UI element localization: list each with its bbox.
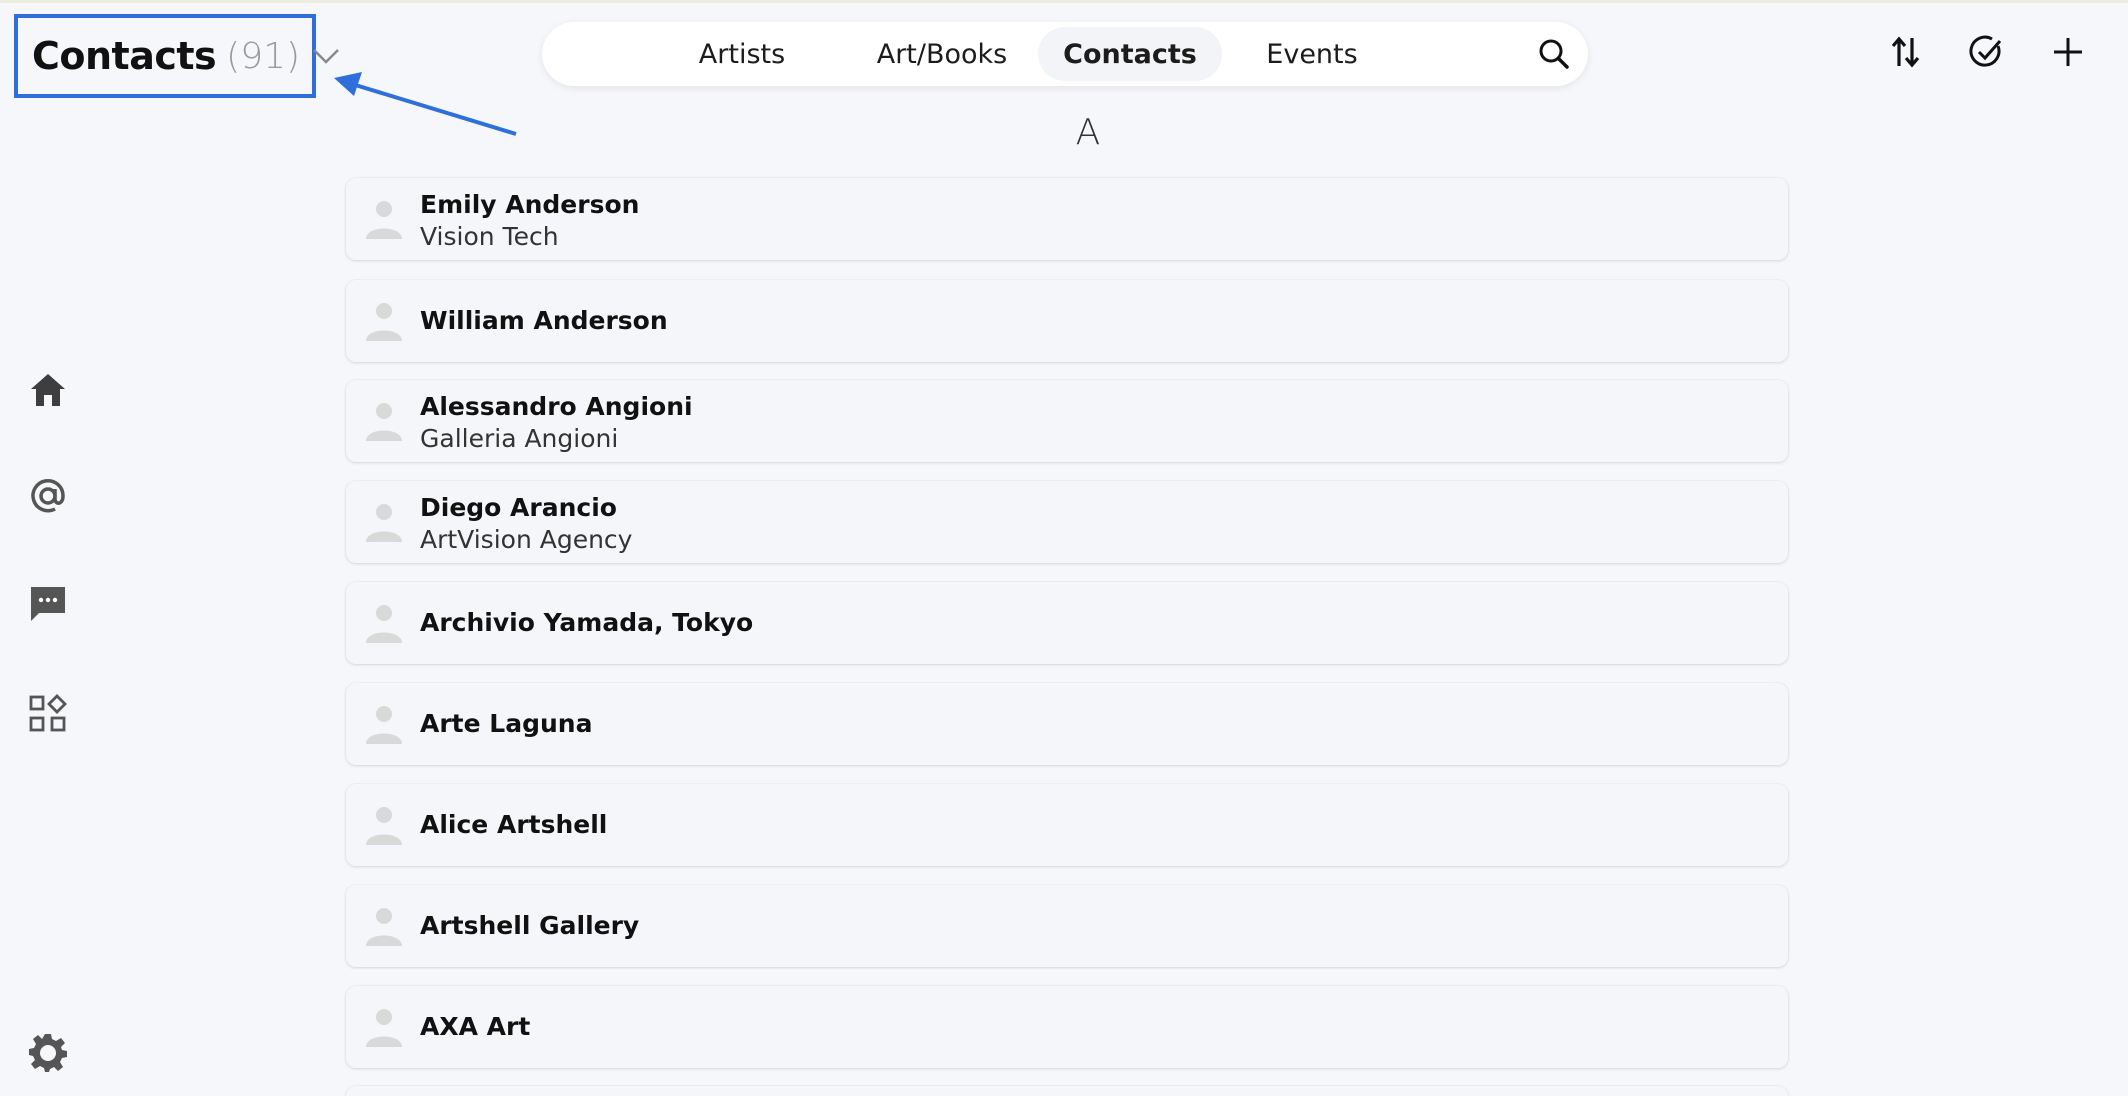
contact-row[interactable]: AXA Art — [346, 986, 1788, 1068]
contacts-count: (91) — [226, 35, 301, 77]
avatar-icon — [366, 908, 402, 946]
tab-artists[interactable]: Artists — [662, 27, 822, 81]
contact-row[interactable]: William Anderson — [346, 280, 1788, 362]
chevron-down-icon — [312, 41, 340, 71]
chat-icon[interactable] — [26, 582, 70, 626]
contact-row[interactable]: Alice Artshell — [346, 784, 1788, 866]
contact-name: Emily Anderson — [420, 190, 640, 219]
contact-name: Diego Arancio — [420, 493, 617, 522]
contact-row[interactable]: Emily Anderson Vision Tech — [346, 178, 1788, 260]
settings-icon[interactable] — [26, 1030, 70, 1074]
top-divider — [0, 0, 2128, 3]
contact-name: Archivio Yamada, Tokyo — [420, 608, 754, 637]
avatar-icon — [366, 504, 402, 542]
avatar-icon — [366, 807, 402, 845]
tab-events[interactable]: Events — [1232, 27, 1392, 81]
contact-name: AXA Art — [420, 1012, 531, 1041]
contact-name: William Anderson — [420, 306, 668, 335]
home-icon[interactable] — [26, 368, 70, 412]
avatar-icon — [366, 1009, 402, 1047]
contact-row[interactable]: Arte Laguna — [346, 683, 1788, 765]
avatar-icon — [366, 403, 402, 441]
add-icon[interactable] — [2048, 32, 2088, 72]
tab-bar: Artists Art/Books Contacts Events — [542, 22, 1588, 86]
contact-name: Alice Artshell — [420, 810, 608, 839]
contact-name: Artshell Gallery — [420, 911, 640, 940]
search-icon[interactable] — [1536, 36, 1572, 72]
select-check-icon[interactable] — [1966, 32, 2006, 72]
contact-organization: Vision Tech — [420, 222, 559, 251]
avatar-icon — [366, 605, 402, 643]
avatar-icon — [366, 201, 402, 239]
contact-row[interactable]: Archivio Yamada, Tokyo — [346, 582, 1788, 664]
contact-name: Alessandro Angioni — [420, 392, 693, 421]
contact-organization: Galleria Angioni — [420, 424, 619, 453]
contact-row[interactable]: Diego Arancio ArtVision Agency — [346, 481, 1788, 563]
at-mention-icon[interactable] — [26, 474, 70, 518]
page-title: Contacts — [32, 34, 217, 78]
sort-icon[interactable] — [1886, 32, 1926, 72]
tab-contacts[interactable]: Contacts — [1038, 27, 1222, 81]
contacts-page: Contacts (91) Artists Art/Books Contacts… — [0, 0, 2128, 1096]
section-letter: A — [1075, 112, 1101, 153]
contact-row[interactable]: Alessandro Angioni Galleria Angioni — [346, 380, 1788, 462]
contact-row[interactable]: Artshell Gallery — [346, 885, 1788, 967]
contact-organization: ArtVision Agency — [420, 525, 633, 554]
avatar-icon — [366, 706, 402, 744]
contact-name: Arte Laguna — [420, 709, 593, 738]
contact-row-partial[interactable] — [346, 1086, 1788, 1096]
contacts-dropdown[interactable]: Contacts (91) — [14, 14, 339, 98]
tab-art-books[interactable]: Art/Books — [842, 27, 1042, 81]
apps-icon[interactable] — [26, 692, 70, 736]
avatar-icon — [366, 303, 402, 341]
